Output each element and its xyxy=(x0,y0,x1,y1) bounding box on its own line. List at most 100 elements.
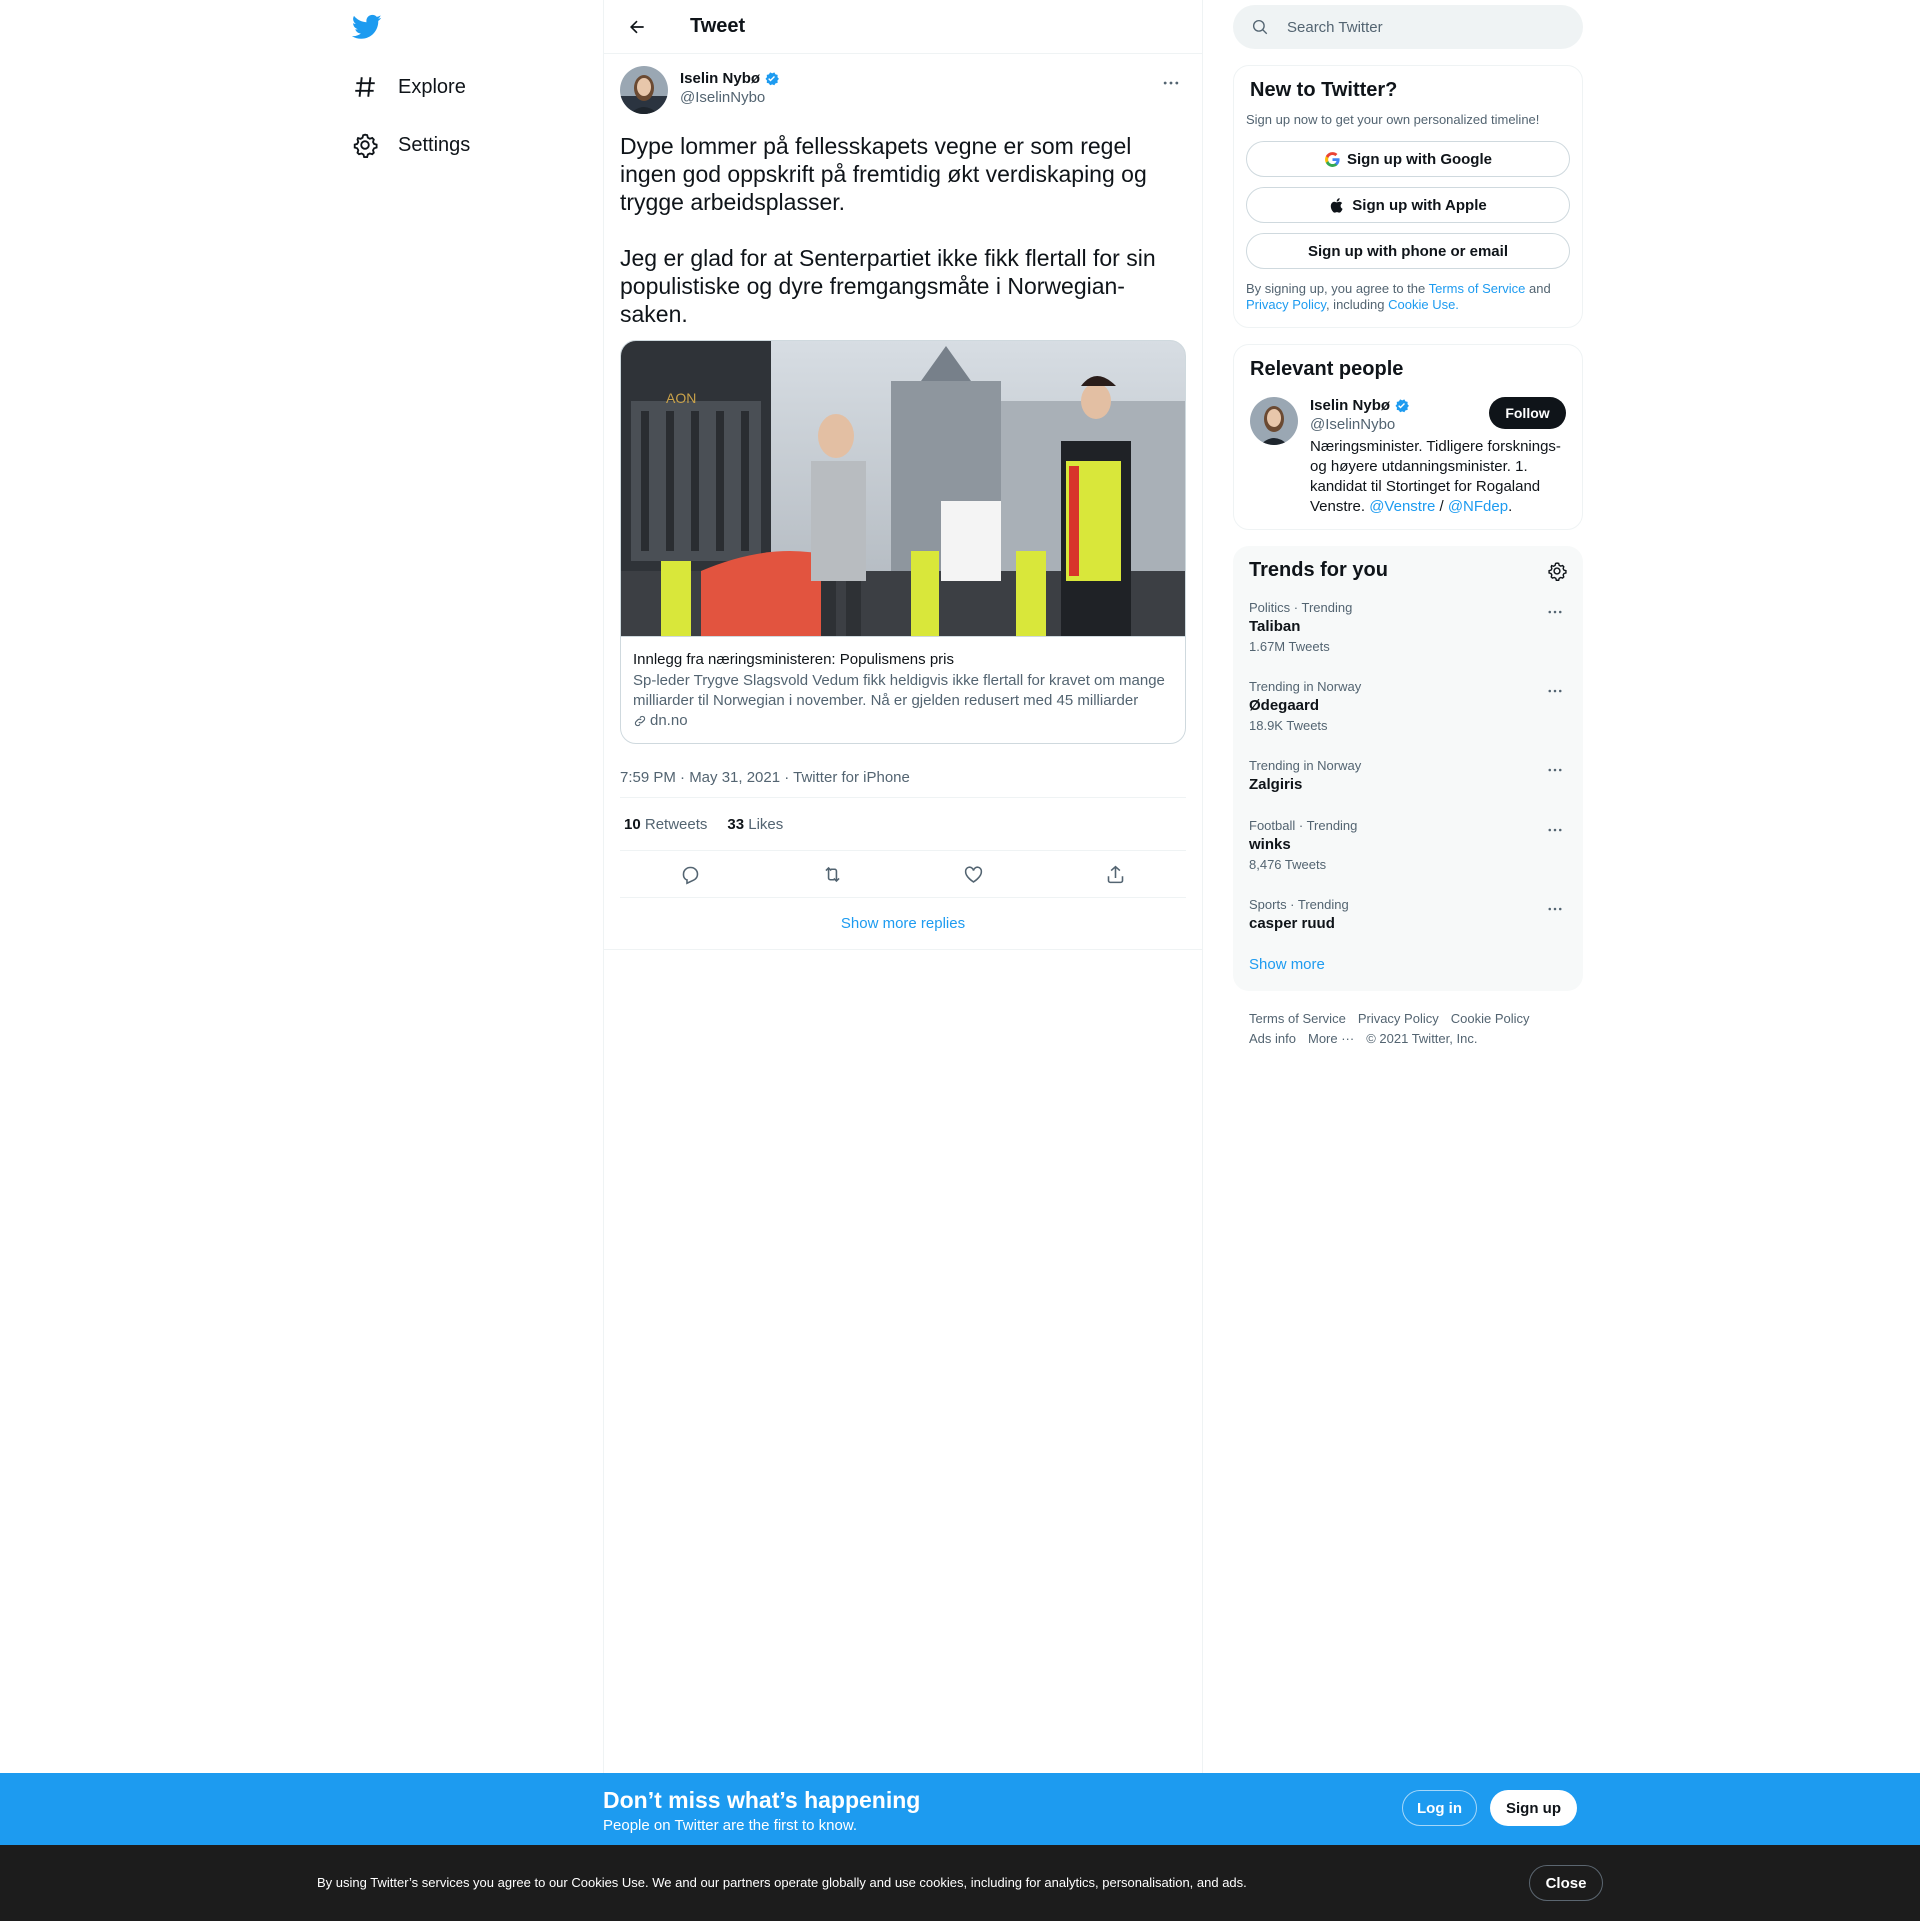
relevant-person[interactable]: Iselin Nybø @IselinNybo Næringsminister.… xyxy=(1234,381,1582,529)
author-avatar[interactable] xyxy=(620,66,668,114)
trend-name: casper ruud xyxy=(1249,915,1335,932)
card-body: Innlegg fra næringsministeren: Populisme… xyxy=(621,636,1185,743)
retweets-stat[interactable]: 10 Retweets xyxy=(624,816,707,833)
cookie-consent-bar: By using Twitter’s services you agree to… xyxy=(0,1845,1920,1921)
bio-separator: / xyxy=(1435,498,1448,515)
card-title: Innlegg fra næringsministeren: Populisme… xyxy=(633,651,954,668)
search-icon xyxy=(1252,19,1268,35)
nav-explore-label: Explore xyxy=(398,75,466,98)
relevant-people-panel: Relevant people Iselin Nybø @IselinNybo … xyxy=(1233,344,1583,530)
new-to-twitter-title: New to Twitter? xyxy=(1250,79,1398,101)
more-dots-icon xyxy=(1548,907,1562,911)
trend-context: Trending in Norway xyxy=(1249,758,1362,773)
share-button[interactable] xyxy=(1098,857,1132,891)
google-icon xyxy=(1325,151,1340,167)
trend-more-button[interactable] xyxy=(1543,679,1567,703)
bio-end: . xyxy=(1508,498,1513,515)
link-card[interactable]: AON Innlegg fra næringsministeren: Popul… xyxy=(620,340,1186,744)
follow-button[interactable]: Follow xyxy=(1489,397,1566,429)
trends-show-more-link[interactable]: Show more xyxy=(1233,932,1583,991)
trend-more-button[interactable] xyxy=(1543,897,1567,921)
trend-name: Zalgiris xyxy=(1249,776,1303,793)
footer-terms-link[interactable]: Terms of Service xyxy=(1249,1011,1346,1026)
trend-name: winks xyxy=(1249,836,1291,853)
author-handle[interactable]: @IselinNybo xyxy=(680,89,780,106)
link-icon xyxy=(634,715,646,727)
terms-of-service-link[interactable]: Terms of Service xyxy=(1429,281,1526,296)
more-dots-icon xyxy=(1548,610,1562,614)
privacy-policy-link[interactable]: Privacy Policy xyxy=(1246,297,1326,312)
tweet-timestamp[interactable]: 7:59 PM · May 31, 2021 · Twitter for iPh… xyxy=(620,758,1186,798)
search-input[interactable] xyxy=(1287,18,1547,36)
more-dots-icon xyxy=(1548,689,1562,693)
likes-stat[interactable]: 33 Likes xyxy=(727,816,783,833)
prompt-title: Don’t miss what’s happening xyxy=(603,1787,921,1813)
trend-item[interactable]: Football · Trending winks 8,476 Tweets xyxy=(1233,793,1583,872)
log-in-button[interactable]: Log in xyxy=(1402,1790,1477,1826)
new-to-twitter-subtitle: Sign up now to get your own personalized… xyxy=(1246,112,1540,127)
signup-prompt-bar: Don’t miss what’s happening People on Tw… xyxy=(0,1773,1920,1845)
mention-venstre-link[interactable]: @Venstre xyxy=(1369,498,1435,515)
heart-icon xyxy=(965,865,983,883)
hashtag-icon xyxy=(352,74,378,100)
trend-name: Taliban xyxy=(1249,618,1301,635)
trend-count: 1.67M Tweets xyxy=(1249,639,1330,654)
footer-cookie-link[interactable]: Cookie Policy xyxy=(1451,1011,1530,1026)
trend-item[interactable]: Trending in Norway Ødegaard 18.9K Tweets xyxy=(1233,654,1583,733)
back-button[interactable] xyxy=(620,10,654,44)
likes-label: Likes xyxy=(748,815,784,833)
legal-text-2: and xyxy=(1525,281,1551,296)
trend-more-button[interactable] xyxy=(1543,818,1567,842)
search-bar xyxy=(1233,5,1583,49)
reply-icon xyxy=(682,866,699,884)
sign-up-google-button[interactable]: Sign up with Google xyxy=(1246,141,1570,177)
reply-button[interactable] xyxy=(674,857,708,891)
apple-icon xyxy=(1331,197,1343,213)
sign-up-apple-button[interactable]: Sign up with Apple xyxy=(1246,187,1570,223)
cookie-use-link[interactable]: Cookie Use. xyxy=(1388,297,1459,312)
trend-item[interactable]: Politics · Trending Taliban 1.67M Tweets xyxy=(1233,582,1583,654)
footer-more-link[interactable]: More ··· xyxy=(1308,1031,1354,1046)
like-button[interactable] xyxy=(957,857,991,891)
nav-settings-label: Settings xyxy=(398,133,471,156)
arrow-left-icon xyxy=(630,20,644,33)
gear-icon xyxy=(352,132,378,158)
tweet-header: Tweet xyxy=(604,0,1202,54)
sign-up-phone-email-button[interactable]: Sign up with phone or email xyxy=(1246,233,1570,269)
trend-context: Trending in Norway xyxy=(1249,679,1362,694)
show-more-replies-button[interactable]: Show more replies xyxy=(604,898,1202,950)
trend-name: Ødegaard xyxy=(1249,697,1320,714)
tweet-more-button[interactable] xyxy=(1156,68,1186,98)
trends-title: Trends for you xyxy=(1249,559,1388,581)
retweet-button[interactable] xyxy=(815,857,849,891)
tweet-stats: 10 Retweets 33 Likes xyxy=(620,798,1186,851)
relevant-person-avatar[interactable] xyxy=(1250,397,1298,445)
right-sidebar: New to Twitter? Sign up now to get your … xyxy=(1233,0,1583,1067)
mention-nfdep-link[interactable]: @NFdep xyxy=(1448,498,1508,515)
footer-copyright: © 2021 Twitter, Inc. xyxy=(1366,1031,1478,1046)
sign-up-button[interactable]: Sign up xyxy=(1490,1790,1577,1826)
trend-item[interactable]: Sports · Trending casper ruud xyxy=(1233,872,1583,932)
twitter-logo-icon[interactable] xyxy=(351,12,382,42)
card-domain-row: dn.no xyxy=(633,711,1173,731)
trend-item[interactable]: Trending in Norway Zalgiris xyxy=(1233,733,1583,793)
prompt-subtitle: People on Twitter are the first to know. xyxy=(603,1817,858,1834)
cookie-close-button[interactable]: Close xyxy=(1529,1865,1603,1901)
verified-badge-icon xyxy=(765,72,779,86)
trend-more-button[interactable] xyxy=(1543,600,1567,624)
author-name-row[interactable]: Iselin Nybø xyxy=(680,70,780,87)
footer-privacy-link[interactable]: Privacy Policy xyxy=(1358,1011,1439,1026)
trend-context: Politics · Trending xyxy=(1249,600,1353,615)
legal-text-1: By signing up, you agree to the xyxy=(1246,281,1429,296)
footer-ads-info-link[interactable]: Ads info xyxy=(1249,1031,1296,1046)
retweets-label: Retweets xyxy=(644,815,708,833)
signup-legal-text: By signing up, you agree to the Terms of… xyxy=(1234,269,1582,327)
sign-up-apple-label: Sign up with Apple xyxy=(1352,196,1487,214)
nav-explore[interactable]: Explore xyxy=(352,67,466,107)
trends-panel: Trends for you Politics · Trending Talib… xyxy=(1233,546,1583,991)
retweet-icon xyxy=(825,866,840,882)
cookie-text: By using Twitter’s services you agree to… xyxy=(317,1875,1247,1890)
gear-icon[interactable] xyxy=(1547,561,1567,581)
trend-more-button[interactable] xyxy=(1543,758,1567,782)
nav-settings[interactable]: Settings xyxy=(352,125,470,165)
